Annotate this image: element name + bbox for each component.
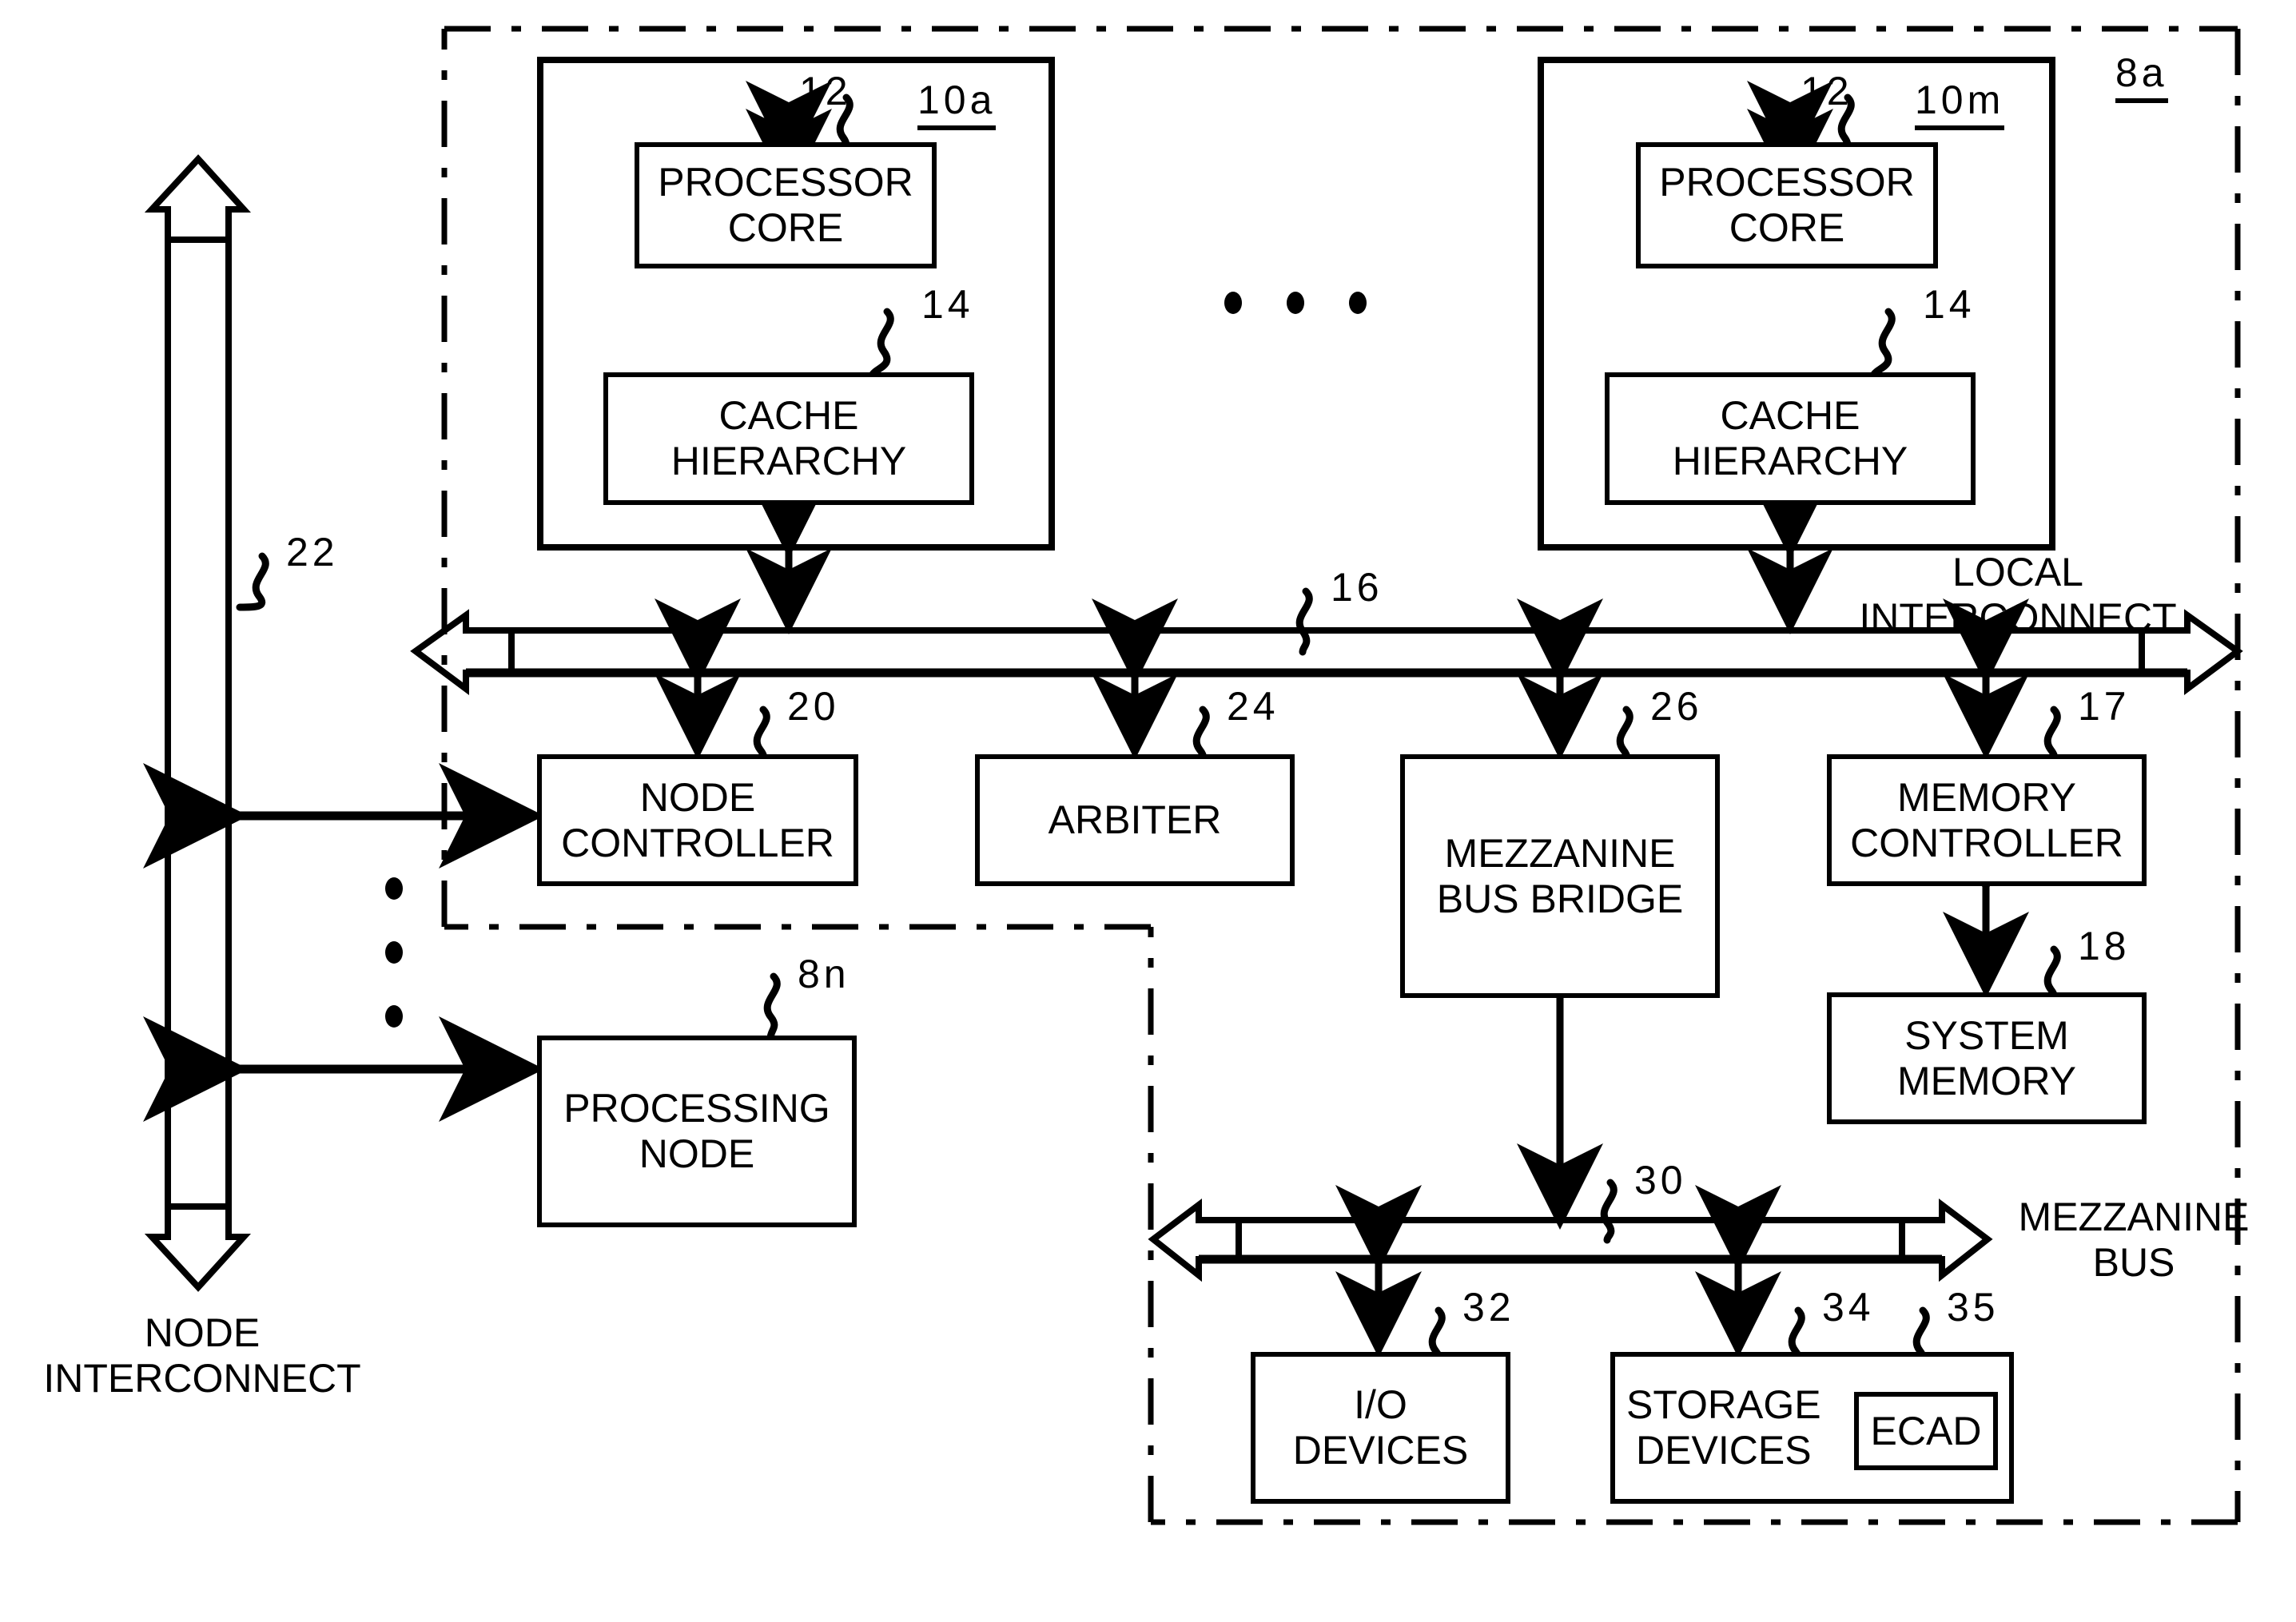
horizontal-ellipsis-dot-2: [1287, 292, 1304, 314]
vertical-ellipsis-dot-3: [385, 1005, 403, 1028]
local-interconnect-label-line1: LOCAL: [1952, 550, 2083, 594]
memory-controller-box: MEMORY CONTROLLER: [1827, 754, 2147, 886]
node-interconnect-label-line2: INTERCONNECT: [43, 1356, 361, 1401]
local-interconnect-label: LOCAL INTERCONNECT: [1830, 550, 2206, 641]
storage-devices-line2: DEVICES: [1636, 1428, 1812, 1473]
ref-12-left: 12: [799, 69, 852, 113]
node-controller-line1: NODE: [639, 774, 756, 820]
cache-hierarchy-right-line1: CACHE: [1720, 393, 1860, 438]
system-memory-box: SYSTEM MEMORY: [1827, 992, 2147, 1124]
horizontal-ellipsis-dot-1: [1224, 292, 1242, 314]
vertical-ellipsis-dot-1: [385, 877, 403, 900]
ref-22: 22: [286, 530, 339, 574]
arbiter-label: ARBITER: [1048, 797, 1222, 842]
cache-hierarchy-right-line2: HIERARCHY: [1672, 439, 1908, 483]
memory-controller-line1: MEMORY: [1896, 774, 2077, 820]
ref-26: 26: [1650, 684, 1703, 729]
ref-18: 18: [2078, 924, 2131, 968]
mezzanine-bus-label: MEZZANINE BUS: [1978, 1195, 2290, 1286]
ref-14-right: 14: [1923, 282, 1976, 327]
cache-hierarchy-right-box: CACHE HIERARCHY: [1605, 372, 1976, 505]
io-devices-line2: DEVICES: [1292, 1428, 1469, 1473]
vertical-ellipsis-dot-2: [385, 941, 403, 964]
mezzanine-bus-bridge-line1: MEZZANINE: [1444, 830, 1676, 876]
io-devices-line1: I/O: [1354, 1382, 1407, 1427]
processing-node-line1: PROCESSING: [563, 1086, 830, 1131]
mezzanine-bus-label-line2: BUS: [2092, 1240, 2175, 1285]
system-memory-line1: SYSTEM: [1904, 1012, 2069, 1058]
ref-8a: 8a: [2115, 50, 2168, 103]
ref-17: 17: [2078, 684, 2131, 729]
ecad-label: ECAD: [1870, 1408, 1982, 1453]
cache-hierarchy-left-line1: CACHE: [718, 393, 859, 438]
io-devices-box: I/O DEVICES: [1251, 1352, 1510, 1504]
system-memory-line2: MEMORY: [1896, 1058, 2077, 1103]
connector-arrows: [655, 81, 2029, 1358]
processing-node-line2: NODE: [639, 1131, 755, 1176]
node-controller-line2: CONTROLLER: [561, 820, 834, 865]
node-interconnect-label-line1: NODE: [144, 1310, 261, 1355]
arbiter-box: ARBITER: [975, 754, 1295, 886]
ref-32: 32: [1462, 1285, 1515, 1330]
processor-core-right-line1: PROCESSOR: [1659, 160, 1915, 205]
node-interconnect-label: NODE INTERCONNECT: [14, 1310, 390, 1401]
ref-14-left: 14: [921, 282, 974, 327]
patent-figure-canvas: PROCESSOR CORE CACHE HIERARCHY PROCESSOR…: [0, 0, 2296, 1622]
cache-hierarchy-left-box: CACHE HIERARCHY: [603, 372, 974, 505]
storage-devices-line1: STORAGE: [1626, 1382, 1821, 1427]
ecad-box: ECAD: [1854, 1392, 1998, 1470]
node-controller-box: NODE CONTROLLER: [537, 754, 858, 886]
processor-core-right-box: PROCESSOR CORE: [1636, 142, 1938, 268]
processing-node-box: PROCESSING NODE: [537, 1036, 857, 1227]
processor-core-right-line2: CORE: [1729, 205, 1845, 250]
ref-35: 35: [1947, 1285, 2000, 1330]
cache-hierarchy-left-line2: HIERARCHY: [670, 439, 907, 483]
ref-30: 30: [1634, 1158, 1687, 1203]
processor-core-left-line2: CORE: [727, 205, 844, 250]
memory-controller-line2: CONTROLLER: [1850, 820, 2123, 865]
ref-34: 34: [1822, 1285, 1875, 1330]
node-interconnect-arrow: [144, 154, 252, 1292]
ref-16: 16: [1331, 565, 1383, 610]
mezzanine-bus-bridge-box: MEZZANINE BUS BRIDGE: [1400, 754, 1720, 998]
mezzanine-bus-bridge-line2: BUS BRIDGE: [1436, 876, 1684, 921]
ref-24: 24: [1227, 684, 1279, 729]
ref-12-right: 12: [1801, 69, 1853, 113]
horizontal-ellipsis-dot-3: [1349, 292, 1367, 314]
processor-core-left-box: PROCESSOR CORE: [635, 142, 937, 268]
local-interconnect-label-line2: INTERCONNECT: [1859, 595, 2177, 640]
processor-core-left-line1: PROCESSOR: [658, 160, 913, 205]
ref-20: 20: [787, 684, 840, 729]
mezzanine-bus-label-line1: MEZZANINE: [2018, 1195, 2250, 1239]
mezzanine-bus-arrow: [1148, 1198, 1993, 1282]
ref-8n: 8n: [798, 952, 850, 996]
node-link-arrows: [143, 763, 544, 1122]
ref-10a: 10a: [917, 77, 997, 130]
ref-10m: 10m: [1915, 77, 2005, 130]
